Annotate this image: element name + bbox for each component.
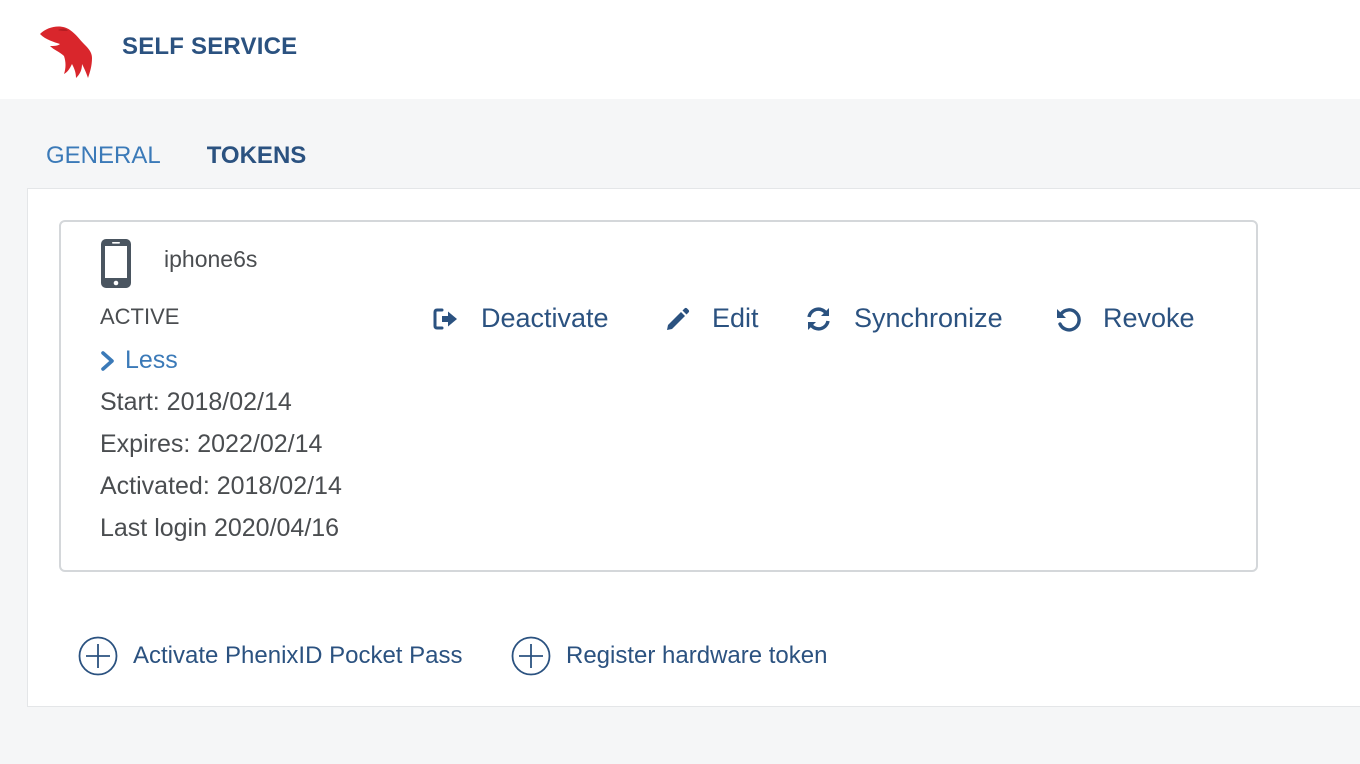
token-activated-date: Activated: 2018/02/14 (100, 472, 342, 500)
synchronize-button[interactable]: Synchronize (805, 303, 1003, 334)
register-hardware-token-link[interactable]: Register hardware token (511, 636, 827, 676)
deactivate-button[interactable]: Deactivate (433, 303, 609, 334)
deactivate-label: Deactivate (481, 303, 609, 333)
tokens-panel: iphone6s ACTIVE Less Start: 2018/02/14 E… (27, 188, 1360, 707)
phenix-bird-logo-icon[interactable] (38, 22, 94, 80)
plus-circle-icon (511, 636, 551, 676)
revoke-label: Revoke (1103, 303, 1195, 333)
synchronize-label: Synchronize (854, 303, 1003, 333)
undo-icon (1057, 307, 1081, 332)
app-title: SELF SERVICE (122, 33, 298, 60)
pencil-icon (667, 307, 690, 330)
activate-pocket-pass-link[interactable]: Activate PhenixID Pocket Pass (78, 636, 462, 676)
sign-out-icon (433, 308, 457, 329)
less-toggle-label: Less (125, 346, 178, 374)
token-last-login: Last login 2020/04/16 (100, 514, 340, 542)
mobile-phone-icon (101, 239, 131, 288)
tab-bar: GENERAL TOKENS (46, 140, 306, 174)
tab-tokens[interactable]: TOKENS (207, 140, 307, 174)
revoke-button[interactable]: Revoke (1055, 303, 1195, 334)
register-hardware-token-label: Register hardware token (566, 642, 828, 669)
activate-pocket-pass-label: Activate PhenixID Pocket Pass (133, 642, 463, 669)
token-card: iphone6s ACTIVE Less Start: 2018/02/14 E… (59, 220, 1258, 572)
token-expiry-date: Expires: 2022/02/14 (100, 430, 323, 458)
top-header: SELF SERVICE (0, 0, 1360, 99)
token-name: iphone6s (164, 246, 258, 272)
chevron-right-icon (101, 350, 114, 371)
token-start-date: Start: 2018/02/14 (100, 388, 292, 416)
plus-circle-icon (78, 636, 118, 676)
less-toggle[interactable]: Less (100, 346, 178, 375)
edit-label: Edit (712, 303, 759, 333)
edit-button[interactable]: Edit (664, 303, 759, 334)
tab-general[interactable]: GENERAL (46, 140, 161, 174)
token-status: ACTIVE (100, 304, 180, 329)
refresh-icon (807, 306, 830, 331)
